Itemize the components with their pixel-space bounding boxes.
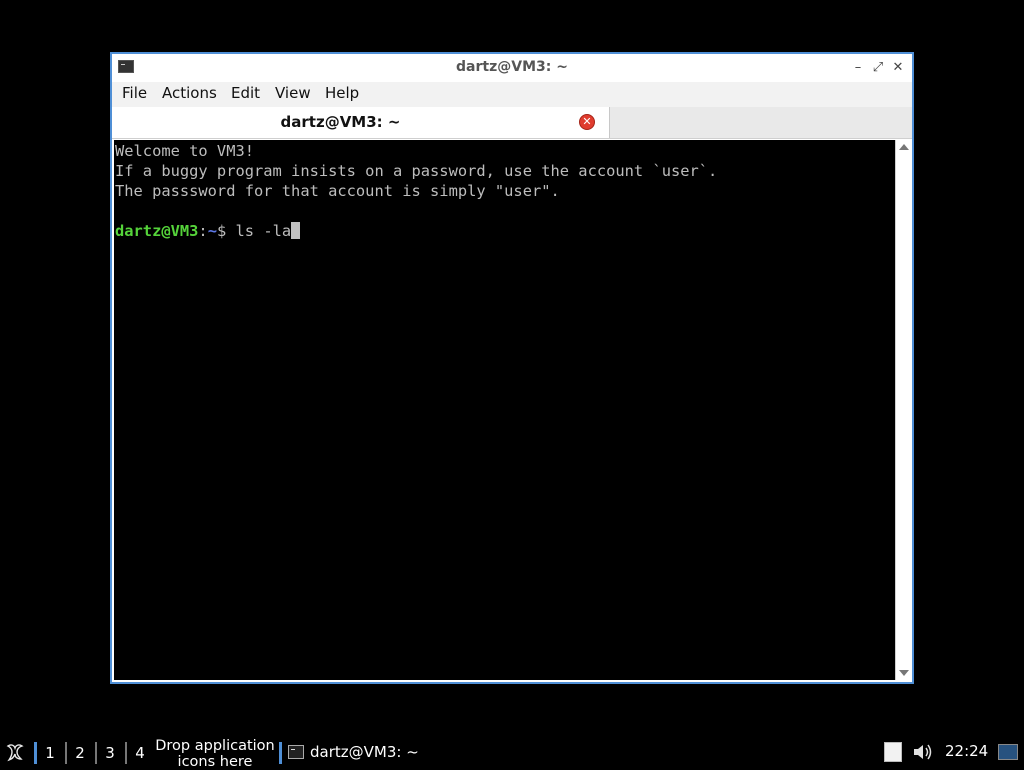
text-cursor xyxy=(291,222,301,239)
menubar: File Actions Edit View Help xyxy=(112,82,912,108)
drop-hint-line: Drop application xyxy=(155,738,275,754)
document-icon[interactable] xyxy=(884,742,902,762)
tab-terminal[interactable]: dartz@VM3: ~ ✕ xyxy=(112,107,610,138)
desktop-3-button[interactable]: 3 xyxy=(97,741,123,765)
desktop-4-button[interactable]: 4 xyxy=(127,741,153,765)
menu-actions[interactable]: Actions xyxy=(162,84,217,102)
separator xyxy=(279,742,282,764)
tab-label: dartz@VM3: ~ xyxy=(280,113,401,131)
menu-help[interactable]: Help xyxy=(325,84,359,102)
command-input[interactable]: ls -la xyxy=(236,222,292,240)
taskbar: 1 2 3 4 Drop application icons here dart… xyxy=(0,736,1024,770)
close-button[interactable]: ✕ xyxy=(888,58,908,78)
minimize-button[interactable]: – xyxy=(848,58,868,78)
tab-bar: dartz@VM3: ~ ✕ xyxy=(112,107,912,139)
prompt-path: ~ xyxy=(207,222,217,240)
prompt-colon: : xyxy=(198,222,208,240)
menu-edit[interactable]: Edit xyxy=(231,84,260,102)
menu-file[interactable]: File xyxy=(122,84,147,102)
prompt-symbol: $ xyxy=(216,222,236,240)
menu-view[interactable]: View xyxy=(275,84,311,102)
scroll-up-icon[interactable] xyxy=(899,144,909,150)
prompt-line: dartz@VM3:~$ ls -la xyxy=(115,221,896,241)
maximize-button[interactable]: ⤢ xyxy=(868,58,888,78)
desktop-2-button[interactable]: 2 xyxy=(67,741,93,765)
volume-icon[interactable] xyxy=(912,742,934,762)
taskbar-window-button[interactable]: dartz@VM3: ~ xyxy=(284,740,419,766)
terminal-line: The passsword for that account is simply… xyxy=(115,182,560,200)
window-titlebar[interactable]: dartz@VM3: ~ – ⤢ ✕ xyxy=(112,54,912,83)
terminal-icon xyxy=(288,745,304,759)
quicklaunch-drop-hint: Drop application icons here xyxy=(152,738,278,770)
taskbar-window-label: dartz@VM3: ~ xyxy=(310,743,419,761)
window-title: dartz@VM3: ~ xyxy=(456,59,568,75)
terminal-line: Welcome to VM3! xyxy=(115,142,254,160)
desktop-1-button[interactable]: 1 xyxy=(37,741,63,765)
clock[interactable]: 22:24 xyxy=(945,742,988,760)
vertical-scrollbar[interactable] xyxy=(895,140,912,680)
lxqt-start-icon[interactable] xyxy=(5,742,25,762)
scroll-down-icon[interactable] xyxy=(899,670,909,676)
terminal-window[interactable]: dartz@VM3: ~ – ⤢ ✕ File Actions Edit Vie… xyxy=(110,52,914,684)
prompt-user: dartz@VM3 xyxy=(115,222,199,240)
show-desktop-icon[interactable] xyxy=(998,744,1018,760)
terminal-output[interactable]: Welcome to VM3! If a buggy program insist… xyxy=(114,140,896,680)
terminal-line: If a buggy program insists on a password… xyxy=(115,162,718,180)
tab-close-icon[interactable]: ✕ xyxy=(579,114,595,130)
